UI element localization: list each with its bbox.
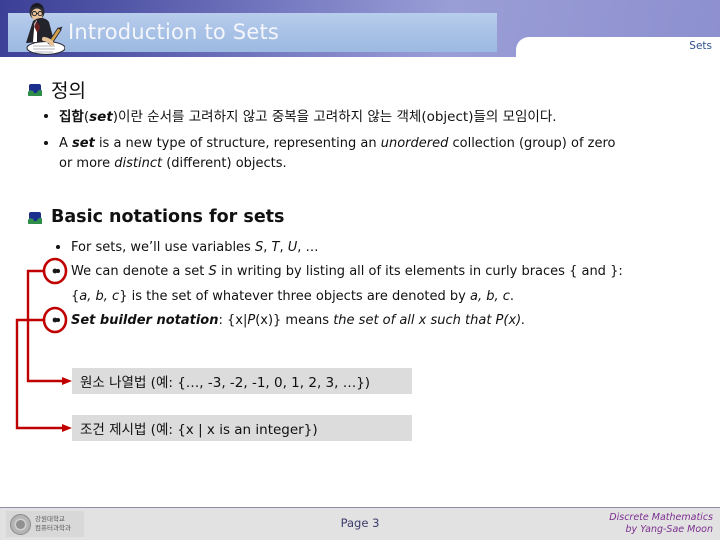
section-bullet-icon	[28, 82, 43, 97]
callout-label: 조건 제시법 (예: {x | x is an integer})	[80, 422, 318, 438]
section-heading-label: 정의	[51, 80, 86, 102]
callout-label: 원소 나열법 (예: {…, -3, -2, -1, 0, 1, 2, 3, ……	[80, 375, 371, 391]
footer-credit-line1: Discrete Mathematics	[609, 512, 713, 523]
bullet-dot	[44, 114, 48, 118]
bullet-dot	[56, 318, 60, 322]
arrowhead-set-builder	[62, 424, 72, 432]
bullet-dot	[44, 141, 48, 145]
section-heading-basic-notations: Basic notations for sets	[28, 207, 284, 227]
footer-credit: Discrete Mathematics by Yang-Sae Moon	[609, 512, 713, 536]
bullet-set-builder: Set builder notation: {x|P(x)} means the…	[56, 311, 706, 331]
bullet-text-line1: A set is a new type of structure, repres…	[59, 136, 616, 151]
topic-tab-label: Sets	[689, 40, 712, 52]
slide-canvas: Introduction to Sets Sets 정의 집합(set)이란 순…	[0, 0, 720, 540]
bullet-text: For sets, we’ll use variables S, T, U, …	[71, 240, 319, 255]
bullet-for-sets: For sets, we’ll use variables S, T, U, …	[56, 238, 696, 258]
footer-credit-line2: by Yang-Sae Moon	[625, 524, 713, 535]
bullet-text-line2: or more distinct (different) objects.	[59, 156, 287, 171]
arrowhead-roster	[62, 377, 72, 385]
bullet-denote-set: We can denote a set S in writing by list…	[56, 262, 706, 282]
bullet-definition-ko: 집합(set)이란 순서를 고려하지 않고 중복을 고려하지 않는 객체(obj…	[44, 107, 704, 127]
callout-box-set-builder: 조건 제시법 (예: {x | x is an integer})	[72, 415, 412, 441]
bullet-dot	[56, 269, 60, 273]
section-heading-definition: 정의	[28, 76, 86, 103]
bullet-text-line1: We can denote a set S in writing by list…	[71, 264, 623, 279]
person-writing-icon	[26, 3, 65, 55]
bullet-text: 집합(set)이란 순서를 고려하지 않고 중복을 고려하지 않는 객체(obj…	[59, 109, 557, 125]
page-title: Introduction to Sets	[68, 20, 280, 44]
bullet-dot	[56, 245, 60, 249]
callout-box-roster: 원소 나열법 (예: {…, -3, -2, -1, 0, 1, 2, 3, ……	[72, 368, 412, 394]
bullet-denote-example: {a, b, c} is the set of whatever three o…	[71, 287, 711, 307]
bullet-text-line2: {a, b, c} is the set of whatever three o…	[71, 289, 515, 304]
bullet-definition-en: A set is a new type of structure, repres…	[44, 134, 709, 174]
section-heading-label: Basic notations for sets	[51, 207, 285, 227]
bullet-text: Set builder notation: {x|P(x)} means the…	[71, 313, 526, 328]
connector-setbuilder-to-callout	[15, 318, 66, 430]
section-bullet-icon	[28, 210, 43, 225]
